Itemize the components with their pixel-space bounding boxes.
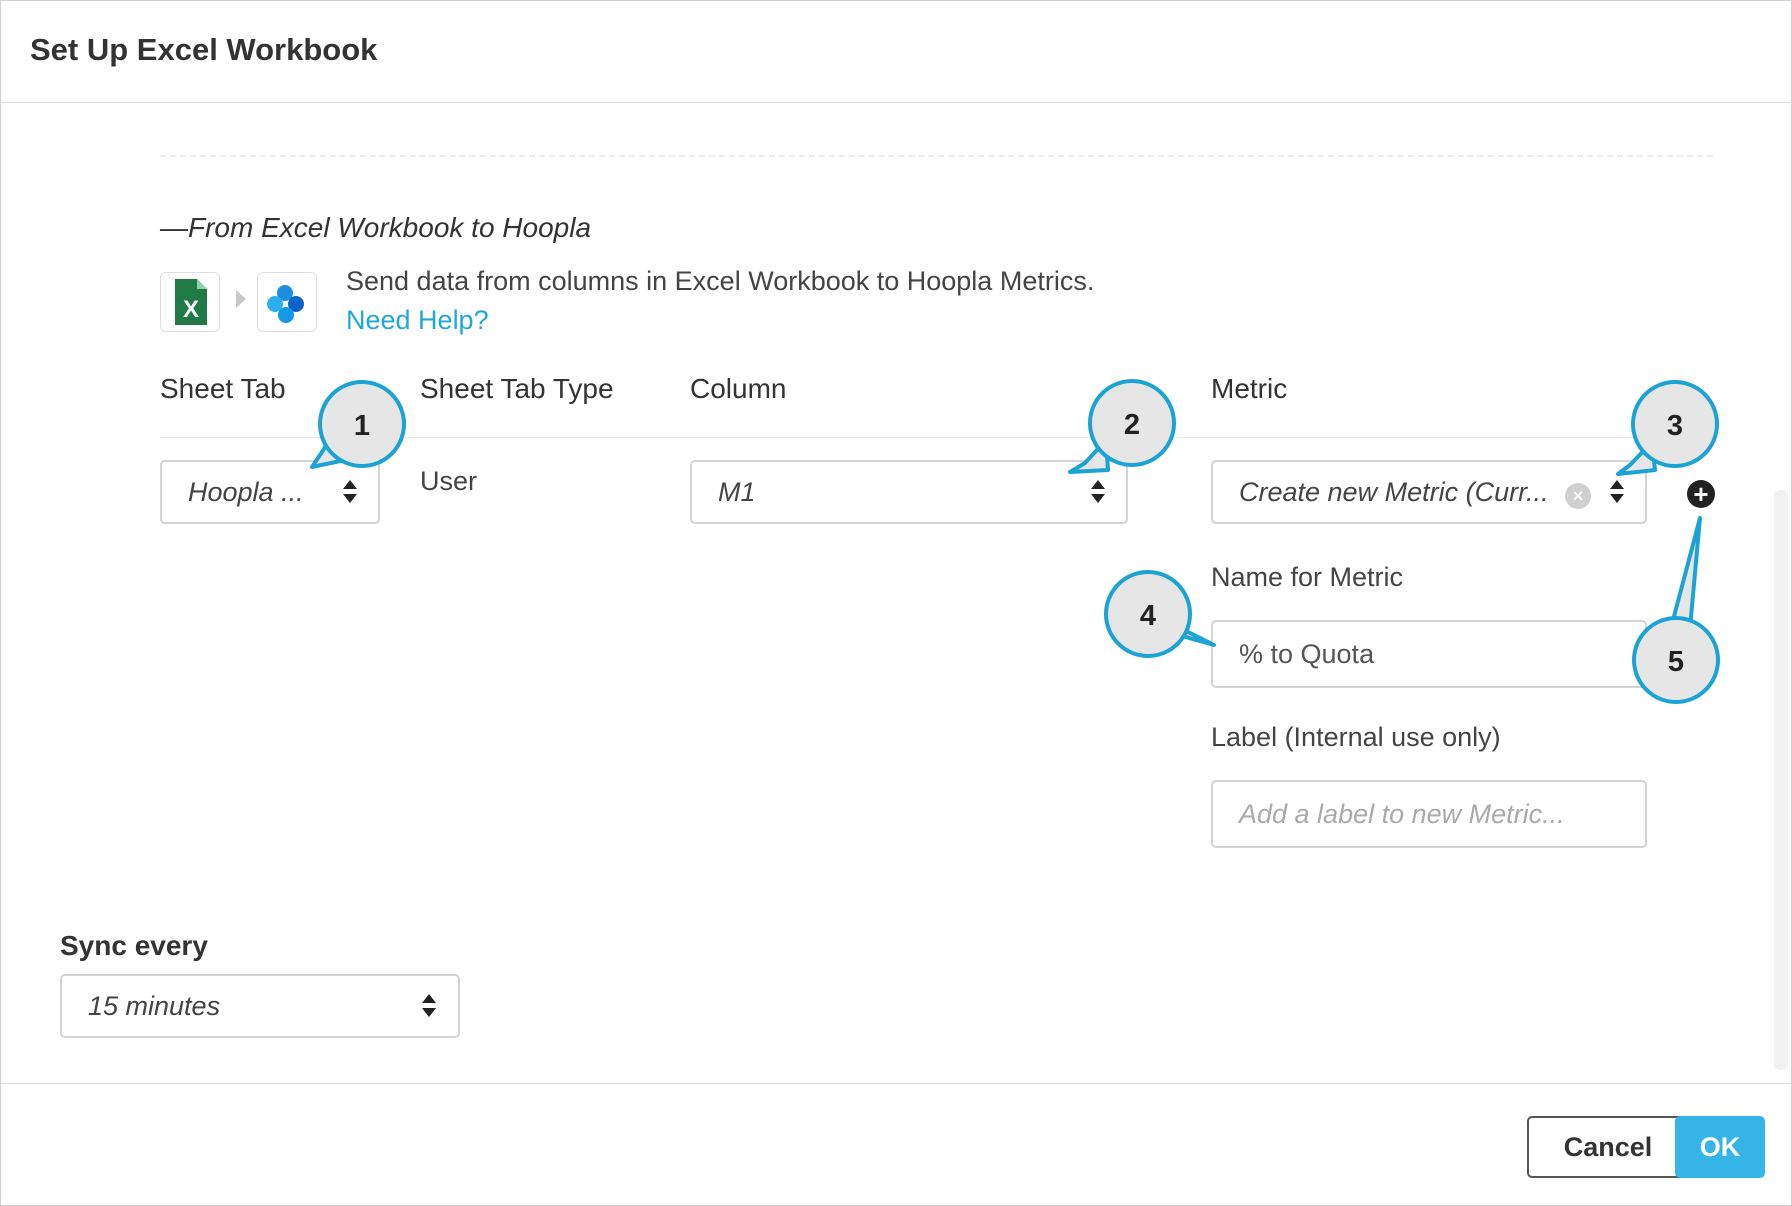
callout-2-number: 2 bbox=[1124, 409, 1140, 441]
callout-layer: 1 2 3 4 5 bbox=[310, 379, 1720, 704]
callout-2: 2 bbox=[1068, 379, 1176, 474]
callout-1: 1 bbox=[310, 380, 406, 469]
callout-4-number: 4 bbox=[1140, 600, 1156, 632]
callout-5-number: 5 bbox=[1668, 646, 1684, 678]
callout-5: 5 bbox=[1632, 516, 1720, 704]
callout-4: 4 bbox=[1104, 570, 1216, 658]
callout-3: 3 bbox=[1616, 380, 1719, 476]
callout-3-number: 3 bbox=[1667, 410, 1683, 442]
callout-1-number: 1 bbox=[354, 410, 370, 442]
